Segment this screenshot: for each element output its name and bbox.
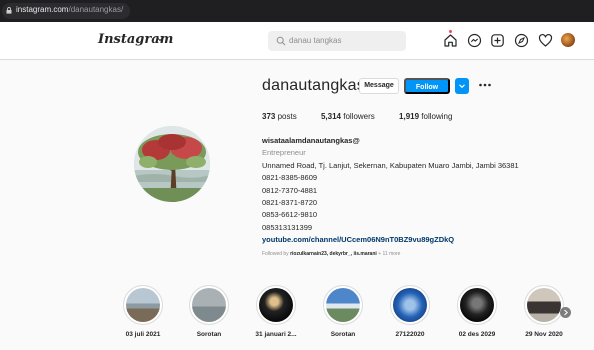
followed-by-text[interactable]: Followed by riozulkarnain23, dekyrbr_, i… bbox=[262, 249, 562, 259]
home-icon[interactable] bbox=[443, 33, 458, 48]
follow-button[interactable]: Follow bbox=[404, 78, 450, 94]
highlight-item[interactable]: 27122020 bbox=[382, 285, 438, 338]
posts-label: posts bbox=[277, 112, 297, 121]
highlight-label: Sorotan bbox=[330, 331, 356, 338]
url-text[interactable]: instagram.com/danautangkas/ bbox=[16, 5, 123, 14]
bio-address: Unnamed Road, Tj. Lanjut, Sekernan, Kabu… bbox=[262, 160, 519, 170]
bio-category: Entrepreneur bbox=[262, 148, 306, 158]
search-input[interactable]: danau tangkas bbox=[268, 31, 406, 51]
messenger-icon[interactable] bbox=[467, 33, 482, 48]
bio-phone: 085313131399 bbox=[262, 222, 313, 232]
posts-count: 373 bbox=[262, 112, 276, 121]
followed-by-names: riozulkarnain23, dekyrbr_, iis.marani bbox=[290, 250, 377, 257]
followers-count: 5,314 bbox=[320, 112, 341, 121]
profile-picture[interactable] bbox=[134, 126, 210, 202]
bio-name: wisataalamdanautangkas@ bbox=[262, 136, 360, 145]
highlight-label: 02 des 2029 bbox=[458, 331, 496, 338]
highlight-label: 03 juli 2021 bbox=[125, 331, 161, 338]
lock-icon bbox=[6, 7, 12, 14]
posts-stat: 373 posts bbox=[262, 112, 297, 121]
followers-label: followers bbox=[343, 112, 375, 121]
followers-stat[interactable]: 5,314 followers bbox=[321, 112, 375, 121]
message-button[interactable]: Message bbox=[359, 78, 399, 94]
suggested-accounts-button[interactable] bbox=[455, 78, 469, 94]
highlight-item[interactable]: Sorotan bbox=[181, 285, 237, 338]
highlight-item[interactable]: 31 januari 2... bbox=[248, 285, 304, 338]
profile-username: danautangkas bbox=[262, 77, 365, 94]
highlight-cover bbox=[524, 285, 564, 325]
notification-dot bbox=[449, 30, 452, 33]
instagram-header: Instagram danau tangkas bbox=[0, 22, 594, 60]
bio-phone: 0812-7370-4881 bbox=[262, 185, 318, 195]
chevron-down-icon bbox=[459, 84, 465, 89]
highlight-cover bbox=[189, 285, 229, 325]
explore-icon[interactable] bbox=[514, 33, 529, 48]
browser-address-bar[interactable]: instagram.com/danautangkas/ bbox=[0, 0, 594, 22]
url-path: /danautangkas/ bbox=[68, 5, 124, 14]
highlight-cover bbox=[323, 285, 363, 325]
highlight-label: Sorotan bbox=[196, 331, 222, 338]
search-icon bbox=[276, 36, 286, 46]
highlight-cover bbox=[390, 285, 430, 325]
bio-phone: 0821-8371-8720 bbox=[262, 198, 318, 208]
highlight-item[interactable]: 03 juli 2021 bbox=[115, 285, 171, 338]
more-options-icon[interactable] bbox=[478, 80, 492, 90]
bio-website-link[interactable]: youtube.com/channel/UCcem06N9nT0BZ9vu89g… bbox=[262, 234, 562, 246]
bio-phone: 0853-6612-9810 bbox=[262, 210, 318, 220]
profile-photo-image bbox=[134, 126, 210, 202]
new-post-icon[interactable] bbox=[490, 33, 505, 48]
highlight-label: 27122020 bbox=[395, 331, 425, 338]
profile-bio: wisataalamdanautangkas@ Entrepreneur Unn… bbox=[262, 135, 562, 259]
following-label: following bbox=[421, 112, 453, 121]
highlight-cover bbox=[123, 285, 163, 325]
search-placeholder: danau tangkas bbox=[289, 36, 342, 45]
profile-avatar[interactable] bbox=[561, 33, 575, 47]
following-stat[interactable]: 1,919 following bbox=[399, 112, 452, 121]
bio-phone: 0821-8385-8609 bbox=[262, 173, 318, 183]
chevron-down-icon[interactable] bbox=[156, 35, 164, 43]
highlight-cover bbox=[457, 285, 497, 325]
highlight-cover bbox=[256, 285, 296, 325]
chevron-right-icon bbox=[564, 309, 569, 316]
following-count: 1,919 bbox=[399, 112, 420, 121]
followed-by-more: + 11 more bbox=[378, 250, 401, 257]
highlight-label: 31 januari 2... bbox=[255, 331, 297, 338]
highlight-item[interactable]: 02 des 2029 bbox=[449, 285, 505, 338]
profile-stats: 373 posts 5,314 followers 1,919 followin… bbox=[262, 112, 474, 121]
activity-heart-icon[interactable] bbox=[538, 33, 553, 48]
url-host: instagram.com bbox=[16, 5, 69, 14]
highlights-next-button[interactable] bbox=[560, 307, 571, 318]
followed-by-prefix: Followed by bbox=[262, 250, 289, 257]
highlight-item[interactable]: Sorotan bbox=[315, 285, 371, 338]
highlight-label: 29 Nov 2020 bbox=[525, 331, 563, 338]
